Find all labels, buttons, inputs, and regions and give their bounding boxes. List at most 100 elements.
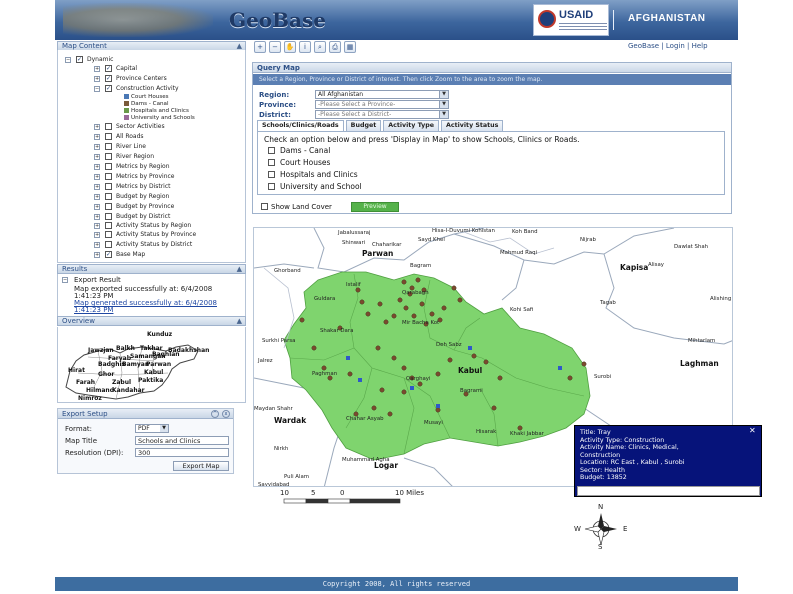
- activity-marker[interactable]: [517, 425, 523, 431]
- expand-toggle-icon[interactable]: +: [94, 214, 100, 220]
- activity-marker[interactable]: [397, 297, 403, 303]
- activity-marker[interactable]: [447, 357, 453, 363]
- district-select[interactable]: -Please Select a District- ▼: [315, 110, 449, 119]
- format-select[interactable]: PDF ▼: [135, 424, 169, 433]
- expand-toggle-icon[interactable]: +: [94, 184, 100, 190]
- collapse-icon[interactable]: ▲: [237, 317, 242, 326]
- province-select[interactable]: -Please Select a Province- ▼: [315, 100, 449, 109]
- preview-button[interactable]: Preview: [351, 202, 399, 212]
- zoom-out-tool-icon[interactable]: −: [269, 41, 281, 53]
- court-house-marker[interactable]: [346, 356, 350, 360]
- activity-marker[interactable]: [497, 375, 503, 381]
- activity-marker[interactable]: [429, 311, 435, 317]
- layer-checkbox[interactable]: [105, 213, 112, 220]
- option-checkbox[interactable]: [268, 171, 275, 178]
- activity-marker[interactable]: [347, 371, 353, 377]
- layer-checkbox[interactable]: [105, 222, 112, 229]
- activity-marker[interactable]: [365, 311, 371, 317]
- layer-checkbox[interactable]: [105, 163, 112, 170]
- layer-option[interactable]: University and School: [268, 182, 362, 192]
- activity-marker[interactable]: [419, 301, 425, 307]
- select-tool-icon[interactable]: ▦: [344, 41, 356, 53]
- close-icon[interactable]: x: [222, 410, 230, 418]
- activity-marker[interactable]: [417, 381, 423, 387]
- zoom-in-tool-icon[interactable]: +: [254, 41, 266, 53]
- activity-marker[interactable]: [401, 389, 407, 395]
- close-icon[interactable]: ✕: [749, 427, 756, 435]
- land-cover-checkbox[interactable]: [261, 203, 268, 210]
- activity-marker[interactable]: [567, 375, 573, 381]
- tab-activity-status[interactable]: Activity Status: [441, 120, 504, 131]
- expand-toggle-icon[interactable]: +: [94, 204, 100, 210]
- expand-toggle-icon[interactable]: +: [94, 223, 100, 229]
- layer-checkbox[interactable]: [105, 143, 112, 150]
- option-checkbox[interactable]: [268, 159, 275, 166]
- activity-marker[interactable]: [311, 345, 317, 351]
- activity-marker[interactable]: [375, 345, 381, 351]
- layer-option[interactable]: Dams - Canal: [268, 146, 330, 156]
- layer-option[interactable]: Court Houses: [268, 158, 330, 168]
- activity-marker[interactable]: [483, 359, 489, 365]
- activity-marker[interactable]: [401, 365, 407, 371]
- court-house-marker[interactable]: [468, 346, 472, 350]
- activity-marker[interactable]: [411, 313, 417, 319]
- collapse-toggle-icon[interactable]: −: [62, 277, 68, 283]
- activity-marker[interactable]: [491, 405, 497, 411]
- expand-toggle-icon[interactable]: +: [94, 134, 100, 140]
- activity-marker[interactable]: [403, 305, 409, 311]
- tab-activity-type[interactable]: Activity Type: [383, 120, 440, 131]
- resolution-input[interactable]: 300: [135, 448, 229, 457]
- layer-checkbox[interactable]: ✓: [105, 75, 112, 82]
- activity-marker[interactable]: [391, 313, 397, 319]
- layer-option[interactable]: Hospitals and Clinics: [268, 170, 358, 180]
- print-tool-icon[interactable]: ⎙: [329, 41, 341, 53]
- layer-checkbox[interactable]: [105, 203, 112, 210]
- activity-marker[interactable]: [359, 299, 365, 305]
- layer-checkbox[interactable]: [105, 173, 112, 180]
- pan-tool-icon[interactable]: ✋: [284, 41, 296, 53]
- tab-budget[interactable]: Budget: [345, 120, 382, 131]
- export-map-button[interactable]: Export Map: [173, 461, 229, 471]
- expand-toggle-icon[interactable]: +: [94, 174, 100, 180]
- expand-toggle-icon[interactable]: +: [94, 242, 100, 248]
- layer-checkbox[interactable]: [105, 133, 112, 140]
- court-house-marker[interactable]: [358, 378, 362, 382]
- overview-map[interactable]: Kunduz Jawzjan Balkh Takhar Badakhshan Faryab…: [57, 327, 246, 403]
- expand-toggle-icon[interactable]: +: [94, 66, 100, 72]
- expand-toggle-icon[interactable]: +: [94, 232, 100, 238]
- activity-marker[interactable]: [441, 305, 447, 311]
- activity-marker[interactable]: [371, 405, 377, 411]
- expand-toggle-icon[interactable]: +: [94, 154, 100, 160]
- land-cover-toggle[interactable]: Show Land Cover: [261, 203, 332, 211]
- activity-marker[interactable]: [451, 285, 457, 291]
- activity-marker[interactable]: [435, 371, 441, 377]
- expand-toggle-icon[interactable]: +: [94, 164, 100, 170]
- activity-marker[interactable]: [391, 355, 397, 361]
- geobase-link[interactable]: GeoBase: [628, 42, 659, 50]
- map-title-input[interactable]: Schools and Clinics: [135, 436, 229, 445]
- activity-marker[interactable]: [377, 301, 383, 307]
- layer-checkbox[interactable]: [105, 183, 112, 190]
- activity-marker[interactable]: [379, 387, 385, 393]
- login-link[interactable]: Login: [666, 42, 685, 50]
- activity-marker[interactable]: [383, 319, 389, 325]
- activity-marker[interactable]: [401, 279, 407, 285]
- region-select[interactable]: All Afghanistan ▼: [315, 90, 449, 99]
- activity-marker[interactable]: [355, 287, 361, 293]
- layer-checkbox[interactable]: ✓: [76, 56, 83, 63]
- generated-time-link[interactable]: 1:41:23 PM: [74, 306, 113, 314]
- layer-checkbox[interactable]: [105, 241, 112, 248]
- layer-checkbox[interactable]: ✓: [105, 251, 112, 258]
- expand-toggle-icon[interactable]: +: [94, 124, 100, 130]
- activity-marker[interactable]: [457, 297, 463, 303]
- layer-checkbox[interactable]: [105, 231, 112, 238]
- expand-toggle-icon[interactable]: +: [94, 144, 100, 150]
- results-header[interactable]: Results ▲: [57, 264, 246, 274]
- collapse-icon[interactable]: ▲: [237, 265, 242, 274]
- overview-header[interactable]: Overview ▲: [57, 316, 246, 326]
- expand-toggle-icon[interactable]: −: [65, 57, 71, 63]
- collapse-icon[interactable]: ^: [211, 410, 219, 418]
- activity-marker[interactable]: [435, 407, 441, 413]
- court-house-marker[interactable]: [558, 366, 562, 370]
- layer-checkbox[interactable]: [105, 193, 112, 200]
